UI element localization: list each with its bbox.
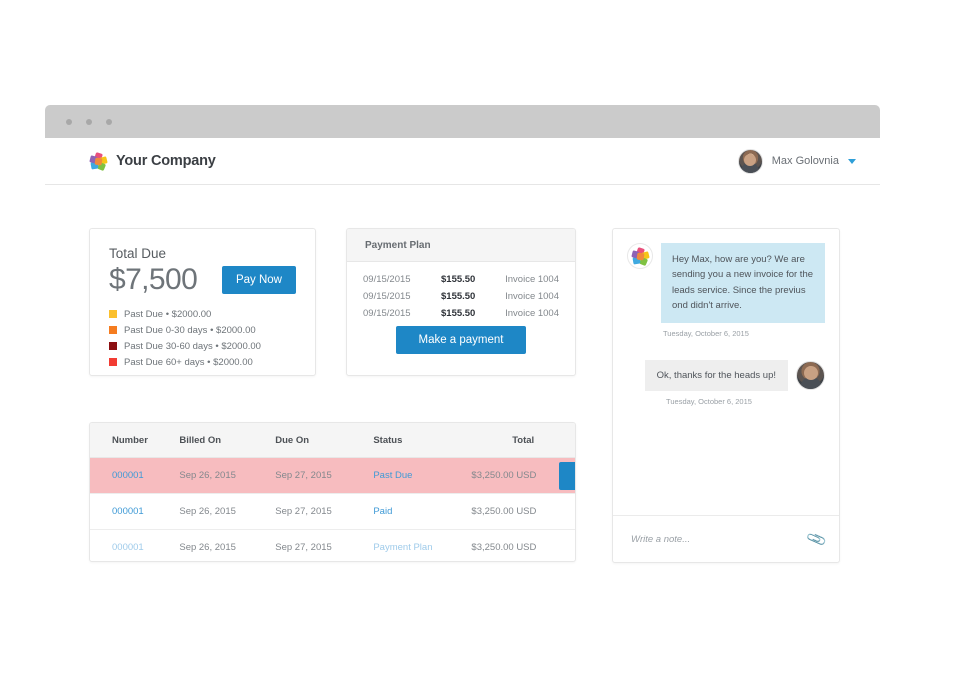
avatar bbox=[737, 148, 763, 174]
payment-plan-amount: $155.50 bbox=[441, 308, 476, 319]
make-a-payment-button[interactable]: Make a payment bbox=[396, 326, 526, 354]
cell-billed-on: Sep 26, 2015 bbox=[179, 542, 236, 554]
incoming-message-timestamp: Tuesday, October 6, 2015 bbox=[663, 328, 749, 338]
make-payment-wrap: Make a payment bbox=[363, 326, 559, 354]
table-row[interactable]: 000001 Sep 26, 2015 Sep 27, 2015 Payment… bbox=[90, 530, 575, 562]
chat-panel: Hey Max, how are you? We are sending you… bbox=[612, 228, 840, 563]
cell-billed-on: Sep 26, 2015 bbox=[179, 493, 276, 530]
column-header-billed-on: Billed On bbox=[179, 423, 276, 458]
payment-plan-date: 09/15/2015 bbox=[363, 274, 411, 285]
note-input[interactable] bbox=[629, 532, 800, 546]
incoming-message: Hey Max, how are you? We are sending you… bbox=[627, 243, 825, 323]
total-due-amount-row: $7,500 Pay Now bbox=[109, 264, 296, 296]
legend-swatch bbox=[109, 358, 117, 366]
legend-swatch bbox=[109, 342, 117, 350]
cell-status: Payment Plan bbox=[373, 530, 471, 562]
pinwheel-logo-icon bbox=[630, 246, 650, 266]
cell-status: Paid bbox=[373, 493, 472, 530]
status-badge[interactable]: Payment Plan bbox=[373, 542, 432, 553]
cell-number[interactable]: 000001 bbox=[90, 493, 180, 530]
window-minimize-dot[interactable] bbox=[86, 118, 92, 125]
incoming-message-text: Hey Max, how are you? We are sending you… bbox=[661, 243, 825, 323]
legend-label: Past Due 60+ days • $2000.00 bbox=[124, 356, 253, 368]
cell-due-on: Sep 27, 2015 bbox=[275, 493, 374, 530]
window-close-dot[interactable] bbox=[66, 118, 72, 125]
column-header-number: Number bbox=[90, 423, 180, 458]
payment-plan-row: 09/15/2015 $155.50 Invoice 1004 bbox=[363, 291, 559, 302]
table-header-row: Number Billed On Due On Status Total bbox=[90, 423, 575, 458]
company-name: Your Company bbox=[116, 153, 216, 169]
avatar bbox=[796, 360, 825, 390]
brand[interactable]: Your Company bbox=[89, 151, 216, 171]
cell-total: $3,250.00 USD bbox=[471, 493, 575, 530]
column-header-due-on: Due On bbox=[275, 423, 374, 458]
invoice-number-link[interactable]: 000001 bbox=[112, 542, 144, 553]
total-due-card: Total Due $7,500 Pay Now Past Due • $200… bbox=[89, 228, 316, 376]
payment-plan-row: 09/15/2015 $155.50 Invoice 1004 bbox=[363, 274, 559, 285]
company-pinwheel-avatar bbox=[627, 243, 653, 269]
payment-plan-amount: $155.50 bbox=[441, 274, 476, 285]
cell-due-on: Sep 27, 2015 bbox=[275, 457, 374, 494]
cell-number[interactable]: 000001 bbox=[90, 530, 179, 562]
payment-plan-invoice: Invoice 1004 bbox=[505, 308, 559, 319]
invoice-table-card: Number Billed On Due On Status Total 000… bbox=[89, 422, 576, 562]
legend-item: Past Due • $2000.00 bbox=[109, 309, 296, 320]
invoice-table-body: 000001 Sep 26, 2015 Sep 27, 2015 Past Du… bbox=[90, 457, 575, 562]
window-titlebar bbox=[45, 105, 880, 138]
chat-composer: 📎 bbox=[613, 515, 839, 562]
row-pay-now-button[interactable]: Pay Now bbox=[558, 461, 575, 490]
payment-plan-date: 09/15/2015 bbox=[363, 308, 411, 319]
pay-now-button[interactable]: Pay Now bbox=[221, 265, 296, 294]
past-due-legend: Past Due • $2000.00 Past Due 0-30 days •… bbox=[109, 309, 296, 368]
invoice-table-head: Number Billed On Due On Status Total bbox=[90, 423, 575, 458]
legend-item: Past Due 60+ days • $2000.00 bbox=[109, 357, 296, 368]
payment-plan-amount: $155.50 bbox=[441, 291, 476, 302]
invoice-table: Number Billed On Due On Status Total 000… bbox=[90, 423, 575, 562]
column-header-status: Status bbox=[373, 423, 472, 458]
payment-plan-date: 09/15/2015 bbox=[363, 291, 411, 302]
paperclip-icon[interactable]: 📎 bbox=[805, 528, 828, 550]
outgoing-message-timestamp: Tuesday, October 6, 2015 bbox=[666, 396, 752, 406]
payment-plan-invoice: Invoice 1004 bbox=[505, 291, 559, 302]
browser-window: Your Company Max Golovnia bbox=[45, 105, 880, 185]
outgoing-message-text: Ok, thanks for the heads up! bbox=[644, 359, 788, 391]
column-header-total: Total bbox=[471, 423, 575, 458]
table-row[interactable]: 000001 Sep 26, 2015 Sep 27, 2015 Past Du… bbox=[90, 457, 575, 494]
legend-label: Past Due 30-60 days • $2000.00 bbox=[124, 340, 261, 352]
legend-item: Past Due 0-30 days • $2000.00 bbox=[109, 325, 296, 336]
cell-due-on: Sep 27, 2015 bbox=[275, 542, 332, 554]
legend-swatch bbox=[109, 310, 117, 318]
payment-plan-invoice: Invoice 1004 bbox=[505, 274, 559, 285]
payment-plan-title: Payment Plan bbox=[365, 239, 431, 251]
cell-status: Past Due bbox=[373, 457, 472, 494]
payment-plan-rows: 09/15/2015 $155.50 Invoice 1004 09/15/20… bbox=[347, 262, 575, 354]
cell-total: $3,250.00 USD bbox=[471, 542, 537, 554]
outgoing-message: Ok, thanks for the heads up! bbox=[627, 359, 825, 391]
payment-plan-header: Payment Plan bbox=[347, 229, 575, 262]
legend-label: Past Due 0-30 days • $2000.00 bbox=[124, 324, 256, 336]
invoice-number-link[interactable]: 000001 bbox=[112, 470, 144, 481]
cell-number[interactable]: 000001 bbox=[90, 457, 180, 494]
payment-plan-card: Payment Plan 09/15/2015 $155.50 Invoice … bbox=[346, 228, 576, 376]
legend-label: Past Due • $2000.00 bbox=[124, 308, 212, 320]
invoice-number-link[interactable]: 000001 bbox=[112, 506, 144, 517]
cell-billed-on: Sep 26, 2015 bbox=[179, 457, 276, 494]
app-header: Your Company Max Golovnia bbox=[45, 138, 880, 185]
payment-plan-row: 09/15/2015 $155.50 Invoice 1004 bbox=[363, 308, 559, 319]
legend-item: Past Due 30-60 days • $2000.00 bbox=[109, 341, 296, 352]
status-badge[interactable]: Paid bbox=[373, 506, 392, 517]
total-due-title: Total Due bbox=[109, 246, 167, 261]
total-due-amount: $7,500 bbox=[109, 263, 198, 296]
table-row[interactable]: 000001 Sep 26, 2015 Sep 27, 2015 Paid $3… bbox=[90, 493, 575, 530]
user-menu[interactable]: Max Golovnia bbox=[737, 148, 856, 174]
chat-messages: Hey Max, how are you? We are sending you… bbox=[613, 229, 839, 515]
legend-swatch bbox=[109, 326, 117, 334]
pinwheel-logo-icon bbox=[89, 151, 108, 171]
chevron-down-icon[interactable] bbox=[848, 158, 856, 164]
invoice-portal-screenshot: Your Company Max Golovnia Total Due $7,5… bbox=[0, 0, 960, 687]
main-content: Total Due $7,500 Pay Now Past Due • $200… bbox=[0, 185, 960, 605]
status-badge[interactable]: Past Due bbox=[373, 470, 412, 481]
user-name-label: Max Golovnia bbox=[771, 155, 839, 167]
window-maximize-dot[interactable] bbox=[106, 118, 112, 125]
